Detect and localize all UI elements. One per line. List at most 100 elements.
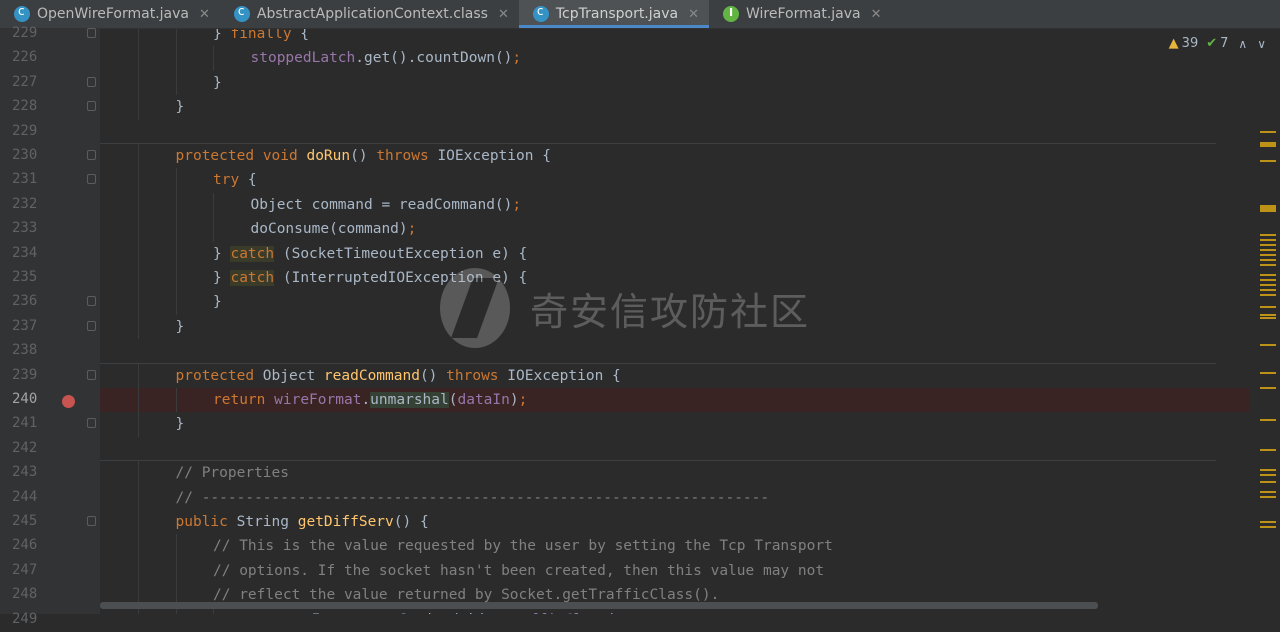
stripe-mark[interactable] (1260, 234, 1276, 236)
code-line[interactable]: protected Object readCommand() throws IO… (100, 363, 1250, 388)
stripe-mark[interactable] (1260, 474, 1276, 476)
line-number[interactable]: 247 (0, 559, 100, 583)
stripe-mark[interactable] (1260, 254, 1276, 256)
code-line[interactable]: } (100, 412, 1250, 437)
indent-guide (175, 534, 177, 559)
stripe-mark[interactable] (1260, 387, 1276, 389)
code-line[interactable]: } (100, 95, 1250, 120)
line-number[interactable]: 241 (0, 412, 100, 436)
stripe-mark[interactable] (1260, 279, 1276, 281)
line-number[interactable]: 234 (0, 242, 100, 266)
line-number[interactable]: 238 (0, 339, 100, 363)
fold-icon[interactable] (87, 369, 96, 380)
fold-icon[interactable] (87, 28, 96, 38)
stripe-mark[interactable] (1260, 521, 1276, 523)
stripe-mark[interactable] (1260, 264, 1276, 266)
line-number[interactable]: 248 (0, 583, 100, 607)
line-number[interactable]: 233 (0, 217, 100, 241)
line-number[interactable]: 232 (0, 193, 100, 217)
fold-icon[interactable] (87, 150, 96, 160)
line-number[interactable]: 244 (0, 486, 100, 510)
fold-icon[interactable] (87, 418, 96, 429)
stripe-mark[interactable] (1260, 289, 1276, 291)
line-number[interactable]: 246 (0, 534, 100, 558)
line-number[interactable]: 242 (0, 437, 100, 461)
line-number[interactable]: 228 (0, 95, 100, 119)
close-icon[interactable]: ✕ (688, 7, 699, 22)
line-number[interactable]: 243 (0, 461, 100, 485)
fold-icon[interactable] (87, 174, 96, 185)
line-number[interactable]: 229 (0, 22, 100, 46)
close-icon[interactable]: ✕ (871, 7, 882, 22)
code-line[interactable]: public String getDiffServ() { (100, 510, 1250, 535)
line-number[interactable]: 245 (0, 510, 100, 534)
code-line[interactable]: doConsume(command); (100, 217, 1250, 242)
stripe-mark[interactable] (1260, 259, 1276, 261)
close-icon[interactable]: ✕ (199, 7, 210, 22)
line-number[interactable]: 236 (0, 290, 100, 314)
stripe-mark[interactable] (1260, 481, 1276, 483)
fold-icon[interactable] (87, 320, 96, 331)
stripe-mark[interactable] (1260, 449, 1276, 451)
stripe-mark[interactable] (1260, 526, 1276, 528)
chevron-up-icon[interactable]: ∧ (1238, 37, 1247, 51)
close-icon[interactable]: ✕ (498, 7, 509, 22)
stripe-mark[interactable] (1260, 239, 1276, 241)
line-number[interactable]: 240 (0, 388, 100, 412)
indent-guide (138, 266, 139, 291)
code-line[interactable]: } finally { (100, 29, 1250, 47)
fold-icon[interactable] (87, 101, 96, 112)
stripe-mark[interactable] (1260, 284, 1276, 286)
stripe-mark[interactable] (1260, 294, 1276, 296)
indent-guide (175, 558, 177, 584)
stripe-mark[interactable] (1260, 344, 1276, 346)
code-line[interactable] (100, 437, 1250, 461)
stripe-mark[interactable] (1260, 274, 1276, 276)
code-line[interactable] (100, 120, 1250, 144)
stripe-mark[interactable] (1260, 244, 1276, 246)
fold-icon[interactable] (87, 76, 96, 87)
code-line[interactable]: // -------------------------------------… (100, 485, 1250, 510)
stripe-mark[interactable] (1260, 314, 1276, 316)
line-number[interactable]: 239 (0, 364, 100, 388)
line-number[interactable]: 235 (0, 266, 100, 290)
error-stripe[interactable] (1250, 29, 1280, 614)
line-number-gutter[interactable]: 229 226 227 228 229 230 231 232 233 234 235 236 237 2… (0, 25, 100, 627)
stripe-mark[interactable] (1260, 419, 1276, 421)
code-line[interactable]: // options. If the socket hasn't been cr… (100, 558, 1250, 584)
tab-abstractapplicationcontext[interactable]: AbstractApplicationContext.class ✕ (220, 0, 519, 28)
stripe-mark[interactable] (1260, 207, 1276, 212)
stripe-mark[interactable] (1260, 306, 1276, 308)
horizontal-scrollbar[interactable] (100, 602, 1098, 609)
code-line[interactable]: // This is the value requested by the us… (100, 534, 1250, 559)
line-number[interactable]: 237 (0, 315, 100, 339)
tab-tcptransport[interactable]: TcpTransport.java ✕ (518, 0, 710, 28)
stripe-mark[interactable] (1260, 131, 1276, 133)
line-number[interactable]: 249 (0, 608, 100, 632)
code-line[interactable]: return wireFormat.unmarshal(dataIn); (100, 388, 1250, 413)
stripe-mark[interactable] (1260, 372, 1276, 374)
code-line[interactable]: protected void doRun() throws IOExceptio… (100, 144, 1250, 169)
code-line[interactable]: Object command = readCommand(); (100, 192, 1250, 218)
stripe-mark[interactable] (1260, 249, 1276, 251)
fold-icon[interactable] (87, 516, 96, 526)
line-number[interactable]: 229 (0, 120, 100, 144)
line-number[interactable]: 227 (0, 71, 100, 95)
code-line[interactable]: stoppedLatch.get().countDown(); (100, 46, 1250, 71)
tab-wireformat[interactable]: WireFormat.java ✕ (709, 0, 892, 28)
stripe-mark[interactable] (1260, 160, 1276, 162)
code-line[interactable]: try { (100, 168, 1250, 193)
fold-icon[interactable] (87, 296, 96, 307)
breakpoint-icon[interactable] (62, 395, 75, 408)
line-number[interactable]: 226 (0, 46, 100, 70)
stripe-mark[interactable] (1260, 491, 1276, 493)
stripe-mark[interactable] (1260, 317, 1276, 319)
code-line[interactable]: // Properties (100, 461, 1250, 486)
stripe-mark[interactable] (1260, 469, 1276, 471)
line-number[interactable]: 231 (0, 168, 100, 192)
code-line[interactable]: } catch (SocketTimeoutException e) { (100, 241, 1250, 266)
code-line[interactable]: } (100, 70, 1250, 96)
stripe-mark[interactable] (1260, 142, 1276, 147)
stripe-mark[interactable] (1260, 496, 1276, 498)
line-number[interactable]: 230 (0, 144, 100, 168)
